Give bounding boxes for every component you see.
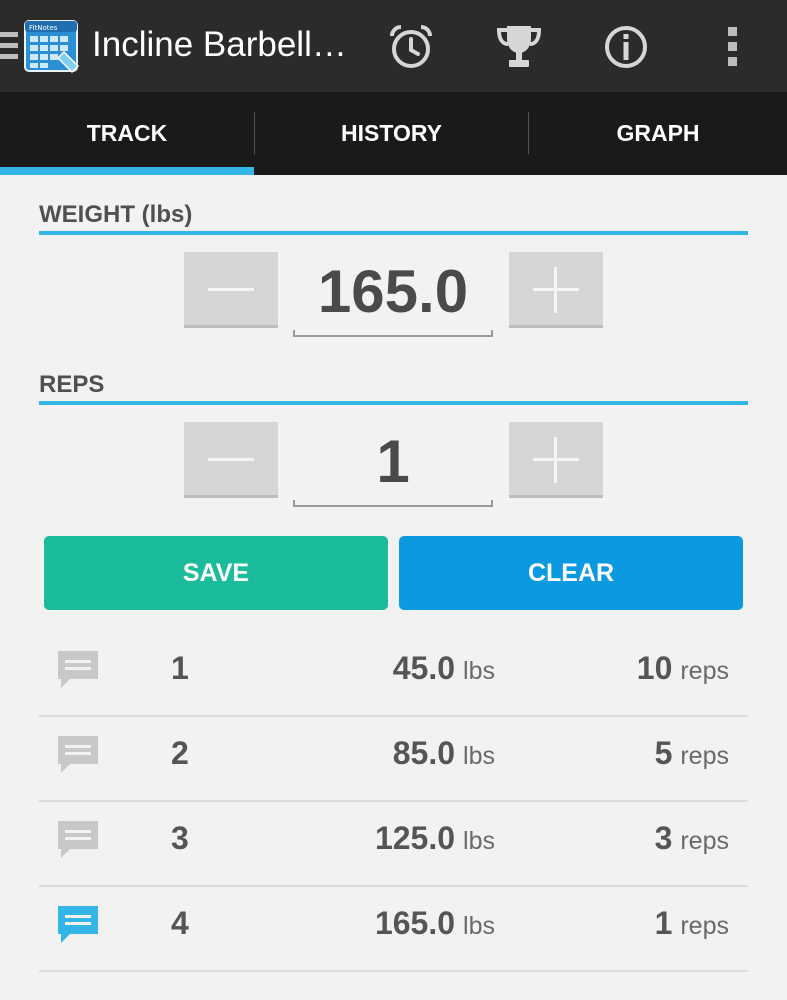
weight-input-underline-tick <box>491 330 493 336</box>
set-reps-unit: reps <box>680 742 729 770</box>
tab-selected-indicator <box>0 167 254 175</box>
reps-input-underline-tick <box>293 500 295 506</box>
weight-input-underline-tick <box>293 330 295 336</box>
set-weight-value: 125.0 <box>374 820 456 856</box>
overflow-menu-icon[interactable] <box>708 22 758 72</box>
set-weight: 165.0 lbs <box>375 905 495 942</box>
set-weight-unit: lbs <box>463 657 495 685</box>
set-number: 3 <box>171 820 189 856</box>
set-number: 1 <box>171 650 189 686</box>
weight-label: WEIGHT (lbs) <box>39 201 193 228</box>
reps-input-underline <box>293 505 493 507</box>
tab-bar: TRACK HISTORY GRAPH <box>0 92 787 175</box>
alarm-clock-icon[interactable] <box>386 22 436 72</box>
set-reps-value: 1 <box>654 905 673 941</box>
set-reps-value: 10 <box>636 650 673 686</box>
weight-input-underline <box>293 335 493 337</box>
row-divider <box>39 970 748 972</box>
app-icon-text: FitNotes <box>29 24 58 32</box>
plus-icon-vertical <box>554 437 557 483</box>
set-reps-unit: reps <box>680 657 729 685</box>
plus-icon-vertical <box>554 267 557 313</box>
reps-input[interactable]: 1 <box>293 418 493 504</box>
clear-button[interactable]: CLEAR <box>399 536 743 610</box>
set-row[interactable]: 3 125.0 lbs 3 reps <box>39 802 748 887</box>
set-reps: 10 reps <box>637 650 729 687</box>
set-number: 2 <box>171 735 189 771</box>
tab-history[interactable]: HISTORY <box>255 92 528 175</box>
tab-track[interactable]: TRACK <box>0 92 254 175</box>
trophy-icon[interactable] <box>494 22 544 72</box>
exercise-title: Incline Barbell… <box>92 25 347 64</box>
save-button[interactable]: SAVE <box>44 536 388 610</box>
set-weight: 45.0 lbs <box>393 650 495 687</box>
set-reps-value: 3 <box>654 820 673 856</box>
set-reps: 5 reps <box>655 735 729 772</box>
comment-icon[interactable] <box>56 734 100 776</box>
set-weight: 125.0 lbs <box>375 820 495 857</box>
weight-increase-button[interactable] <box>509 252 603 328</box>
menu-drawer-icon[interactable] <box>0 29 18 63</box>
set-reps-unit: reps <box>680 827 729 855</box>
minus-icon <box>208 288 254 291</box>
set-row[interactable]: 1 45.0 lbs 10 reps <box>39 632 748 717</box>
set-weight-value: 85.0 <box>392 735 456 771</box>
set-weight-unit: lbs <box>463 827 495 855</box>
reps-input-underline-tick <box>491 500 493 506</box>
reps-section-line <box>39 401 748 405</box>
comment-icon[interactable] <box>56 649 100 691</box>
comment-icon-active[interactable] <box>56 904 100 946</box>
set-number: 4 <box>171 905 189 941</box>
weight-decrease-button[interactable] <box>184 252 278 328</box>
set-reps-unit: reps <box>680 912 729 940</box>
info-icon[interactable] <box>601 22 651 72</box>
set-reps: 3 reps <box>655 820 729 857</box>
app-calendar-icon[interactable]: FitNotes <box>22 18 82 76</box>
tab-graph[interactable]: GRAPH <box>529 92 787 175</box>
minus-icon <box>208 458 254 461</box>
set-row[interactable]: 4 165.0 lbs 1 reps <box>39 887 748 972</box>
set-row[interactable]: 2 85.0 lbs 5 reps <box>39 717 748 802</box>
set-weight-unit: lbs <box>463 742 495 770</box>
app-screen: FitNotes Incline Barbell… TRACK HISTORY … <box>0 0 787 1000</box>
set-weight-value: 45.0 <box>392 650 456 686</box>
action-bar: FitNotes Incline Barbell… <box>0 0 787 92</box>
weight-section-line <box>39 231 748 235</box>
weight-input[interactable]: 165.0 <box>293 248 493 334</box>
reps-increase-button[interactable] <box>509 422 603 498</box>
set-weight-unit: lbs <box>463 912 495 940</box>
reps-decrease-button[interactable] <box>184 422 278 498</box>
set-reps-value: 5 <box>654 735 673 771</box>
set-weight: 85.0 lbs <box>393 735 495 772</box>
set-weight-value: 165.0 <box>374 905 456 941</box>
comment-icon[interactable] <box>56 819 100 861</box>
reps-label: REPS <box>39 371 105 398</box>
set-reps: 1 reps <box>655 905 729 942</box>
